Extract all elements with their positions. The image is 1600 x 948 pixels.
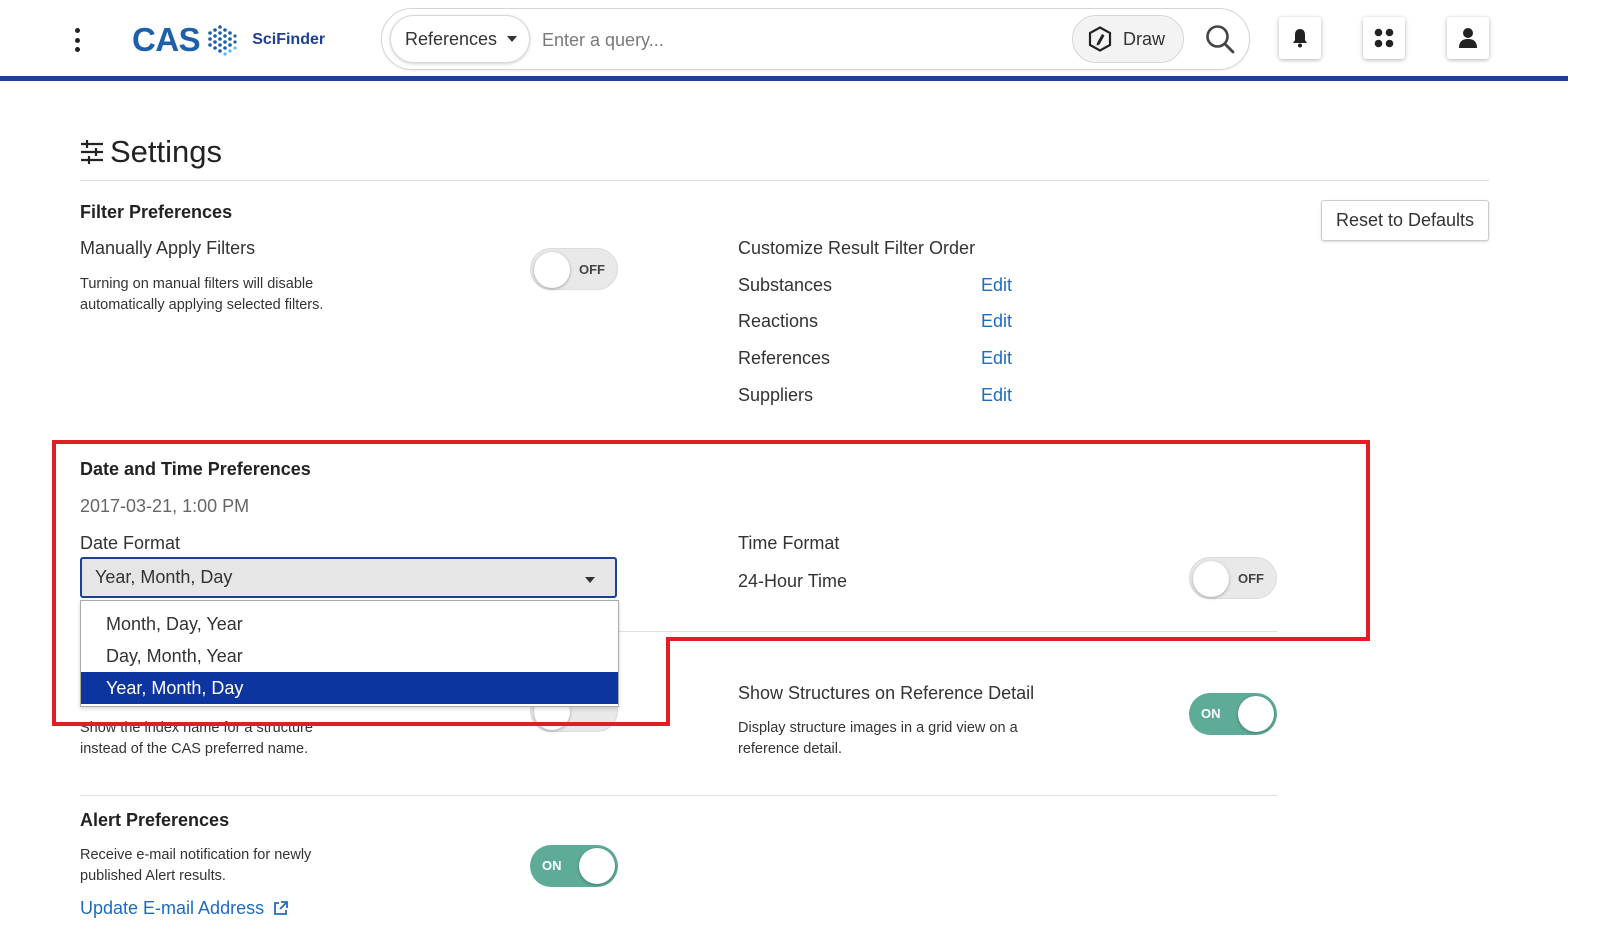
chevron-down-icon <box>507 36 518 42</box>
date-format-label: Date Format <box>80 533 181 553</box>
alert-description: Receive e-mail notification for newly pu… <box>80 845 311 886</box>
logo-cas-text: CAS <box>132 21 201 58</box>
filter-order-item-reactions: Reactions <box>738 311 819 331</box>
external-link-icon <box>274 901 288 915</box>
draw-label: Draw <box>1123 28 1166 49</box>
user-icon <box>1459 28 1477 48</box>
kebab-menu-icon[interactable] <box>66 24 88 56</box>
date-time-sample: 2017-03-21, 1:00 PM <box>80 496 250 516</box>
manual-filters-desc-line: automatically applying selected filters. <box>80 296 324 313</box>
toggle-knob <box>1193 561 1229 597</box>
toggle-knob <box>579 848 615 884</box>
edit-reactions-link[interactable]: Edit <box>981 311 1012 332</box>
filter-preferences-heading: Filter Preferences <box>80 202 233 222</box>
date-format-selected-value: Year, Month, Day <box>95 567 233 587</box>
notifications-button[interactable] <box>1279 17 1321 59</box>
alert-desc-line: published Alert results. <box>80 867 226 884</box>
bell-icon <box>1293 29 1307 48</box>
update-email-link[interactable]: Update E-mail Address <box>80 898 288 919</box>
page-title-text: Settings <box>110 134 223 169</box>
manual-filters-label: Manually Apply Filters <box>80 238 256 258</box>
edit-substances-link[interactable]: Edit <box>981 275 1012 296</box>
search-type-dropdown[interactable]: References <box>390 15 530 63</box>
logo-scifinder-text: SciFinder <box>252 31 326 48</box>
manual-filters-desc-line: Turning on manual filters will disable <box>80 276 314 292</box>
date-format-select[interactable]: Year, Month, Day <box>80 557 617 598</box>
alert-email-toggle[interactable]: ON <box>530 845 618 887</box>
cas-scifinder-logo[interactable]: CAS SciFinder <box>132 20 325 60</box>
alert-desc-line: Receive e-mail notification for newly <box>80 847 312 863</box>
filter-order-item-references: References <box>738 348 831 368</box>
show-structures-desc-line: reference detail. <box>738 740 842 757</box>
draw-button[interactable]: Draw <box>1072 15 1184 63</box>
cas-logo-mark-icon <box>208 25 237 56</box>
search-type-label: References <box>405 28 498 49</box>
toggle-knob <box>1238 696 1274 732</box>
highlight-border-top <box>52 440 1370 444</box>
highlight-border-step-horizontal <box>666 637 1370 641</box>
settings-sliders-icon <box>81 140 103 164</box>
section-divider <box>80 795 1278 796</box>
alert-preferences-heading: Alert Preferences <box>80 810 230 830</box>
highlight-border-right <box>1366 440 1370 641</box>
filter-order-heading: Customize Result Filter Order <box>738 238 976 258</box>
reset-to-defaults-button[interactable]: Reset to Defaults <box>1321 200 1489 241</box>
index-name-desc-line: instead of the CAS preferred name. <box>80 740 309 757</box>
show-structures-label: Show Structures on Reference Detail <box>738 683 1035 703</box>
24-hour-time-toggle[interactable]: OFF <box>1189 557 1277 599</box>
user-account-button[interactable] <box>1447 17 1489 59</box>
manual-filters-description: Turning on manual filters will disable a… <box>80 274 323 315</box>
toggle-state-label: ON <box>542 858 562 873</box>
page-title: Settings <box>80 134 222 170</box>
filter-order-item-substances: Substances <box>738 275 833 295</box>
filter-order-item-suppliers: Suppliers <box>738 385 814 405</box>
edit-suppliers-link[interactable]: Edit <box>981 385 1012 406</box>
manual-filters-toggle[interactable]: OFF <box>530 248 618 290</box>
show-structures-desc-line: Display structure images in a grid view … <box>738 720 1018 736</box>
show-structures-description: Display structure images in a grid view … <box>738 718 1018 759</box>
highlight-border-bottom <box>52 722 670 726</box>
title-divider <box>80 180 1489 181</box>
date-format-dropdown-menu: Month, Day, Year Day, Month, Year Year, … <box>80 600 619 707</box>
date-format-option-day-month-year[interactable]: Day, Month, Year <box>81 640 618 672</box>
24-hour-time-label: 24-Hour Time <box>738 571 848 591</box>
apps-button[interactable] <box>1363 17 1405 59</box>
time-format-label: Time Format <box>738 533 840 553</box>
date-time-preferences-heading: Date and Time Preferences <box>80 459 311 479</box>
date-format-option-month-day-year[interactable]: Month, Day, Year <box>81 608 618 640</box>
chevron-down-icon <box>585 577 595 583</box>
update-email-label: Update E-mail Address <box>80 898 265 918</box>
draw-hexagon-pencil-icon <box>1088 26 1112 52</box>
header-accent-bar <box>0 76 1568 81</box>
toggle-knob <box>534 252 570 288</box>
highlight-border-left <box>52 440 56 726</box>
toggle-state-label: OFF <box>579 262 605 277</box>
search-bar: References Draw <box>381 8 1250 70</box>
apps-grid-icon <box>1374 28 1394 48</box>
highlight-border-step-vertical <box>666 637 670 726</box>
search-icon[interactable] <box>1204 23 1236 55</box>
search-input[interactable] <box>542 23 1062 57</box>
date-format-option-year-month-day[interactable]: Year, Month, Day <box>81 672 618 704</box>
top-header: CAS SciFinder References D <box>0 0 1568 76</box>
edit-references-link[interactable]: Edit <box>981 348 1012 369</box>
toggle-state-label: ON <box>1201 706 1221 721</box>
show-structures-toggle[interactable]: ON <box>1189 693 1277 735</box>
toggle-state-label: OFF <box>1238 571 1264 586</box>
